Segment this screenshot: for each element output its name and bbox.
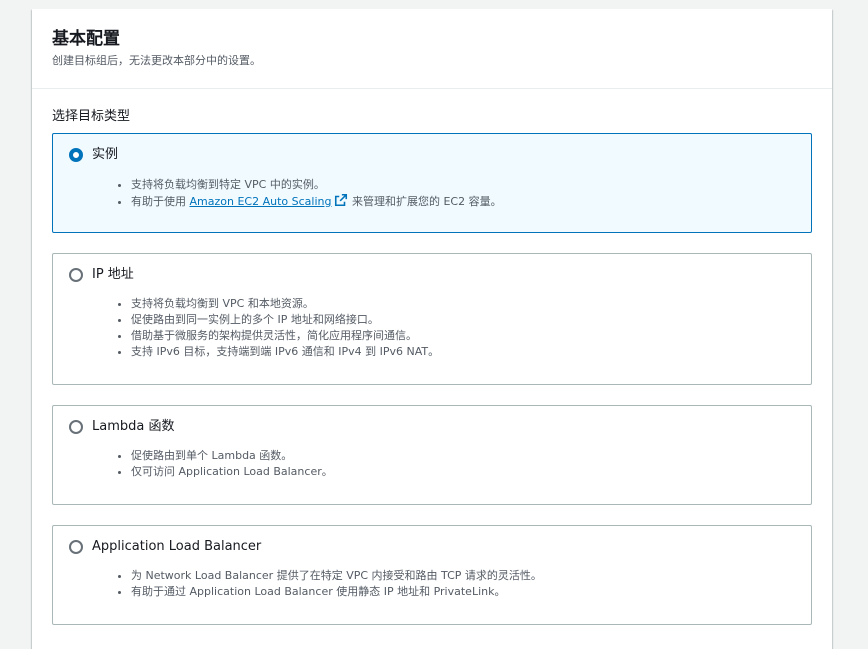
panel-title: 基本配置: [52, 29, 120, 49]
option-header: 实例: [69, 146, 118, 164]
bullet-item: 支持 IPv6 目标，支持端到端 IPv6 通信和 IPv4 到 IPv6 NA…: [131, 344, 439, 360]
target-type-option-ip-addresses[interactable]: IP 地址 支持将负载均衡到 VPC 和本地资源。 促使路由到同一实例上的多个 …: [52, 253, 812, 385]
option-label: IP 地址: [92, 267, 134, 282]
panel-description: 创建目标组后，无法更改本部分中的设置。: [52, 54, 261, 67]
target-type-option-lambda[interactable]: Lambda 函数 促使路由到单个 Lambda 函数。 仅可访问 Applic…: [52, 405, 812, 505]
bullet-item: 支持将负载均衡到特定 VPC 中的实例。: [131, 177, 502, 193]
bullet-item: 仅可访问 Application Load Balancer。: [131, 464, 333, 480]
bullet-item: 为 Network Load Balancer 提供了在特定 VPC 内接受和路…: [131, 568, 542, 584]
option-bullets: 为 Network Load Balancer 提供了在特定 VPC 内接受和路…: [113, 568, 542, 600]
bullet-suffix: 来管理和扩展您的 EC2 容量。: [348, 195, 502, 208]
radio-button-checked[interactable]: [69, 148, 83, 162]
bullet-item: 促使路由到同一实例上的多个 IP 地址和网络接口。: [131, 312, 439, 328]
bullet-item: 借助基于微服务的架构提供灵活性，简化应用程序间通信。: [131, 328, 439, 344]
target-type-label: 选择目标类型: [52, 109, 131, 124]
amazon-ec2-auto-scaling-link[interactable]: Amazon EC2 Auto Scaling: [190, 195, 332, 208]
option-label: 实例: [92, 147, 119, 162]
radio-button[interactable]: [69, 420, 83, 434]
radio-button[interactable]: [69, 268, 83, 282]
option-label: Application Load Balancer: [92, 539, 262, 554]
option-bullets: 促使路由到单个 Lambda 函数。 仅可访问 Application Load…: [113, 448, 333, 480]
target-type-option-instances[interactable]: 实例 支持将负载均衡到特定 VPC 中的实例。 有助于使用 Amazon EC2…: [52, 133, 812, 233]
option-header: IP 地址: [69, 266, 134, 284]
option-bullets: 支持将负载均衡到 VPC 和本地资源。 促使路由到同一实例上的多个 IP 地址和…: [113, 296, 439, 360]
radio-button[interactable]: [69, 540, 83, 554]
bullet-item: 支持将负载均衡到 VPC 和本地资源。: [131, 296, 439, 312]
panel-header: 基本配置 创建目标组后，无法更改本部分中的设置。: [32, 9, 832, 89]
basic-config-panel: 基本配置 创建目标组后，无法更改本部分中的设置。 选择目标类型 实例 支持将负载…: [32, 9, 832, 649]
option-bullets: 支持将负载均衡到特定 VPC 中的实例。 有助于使用 Amazon EC2 Au…: [113, 177, 502, 212]
option-label: Lambda 函数: [92, 419, 175, 434]
bullet-item: 有助于通过 Application Load Balancer 使用静态 IP …: [131, 584, 542, 600]
target-type-option-alb[interactable]: Application Load Balancer 为 Network Load…: [52, 525, 812, 625]
bullet-item: 促使路由到单个 Lambda 函数。: [131, 448, 333, 464]
external-link-icon[interactable]: [334, 193, 348, 212]
option-header: Application Load Balancer: [69, 538, 261, 556]
option-header: Lambda 函数: [69, 418, 174, 436]
bullet-item-link: 有助于使用 Amazon EC2 Auto Scaling 来管理和扩展您的 E…: [131, 193, 502, 212]
bullet-prefix: 有助于使用: [131, 195, 190, 208]
